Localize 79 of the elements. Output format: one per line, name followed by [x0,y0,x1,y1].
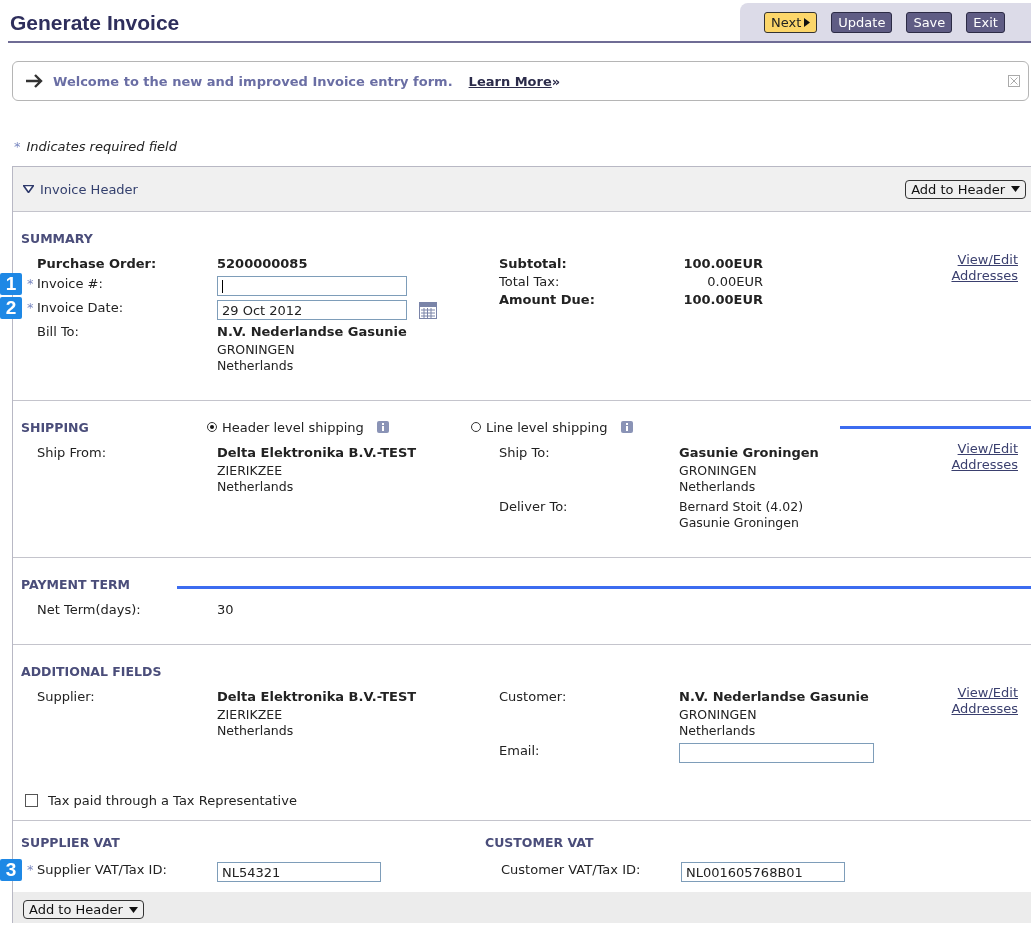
address-line: Netherlands [217,723,295,739]
arrow-icon [25,74,43,88]
learn-more-link[interactable]: Learn More» [468,73,561,89]
field-label: Email: [499,743,541,758]
field-label: Ship To: [499,445,551,460]
section-heading: ADDITIONAL FIELDS [21,663,163,679]
address-name: Delta Elektronika B.V.-TEST [217,689,417,705]
info-icon[interactable] [376,421,389,433]
amount-value: 100.00EUR [682,292,763,307]
section-heading: SUPPLIER VAT [21,835,121,850]
address-line: ZIERIKZEE [217,707,284,723]
required-mark: * [27,862,34,877]
caret-icon [1011,186,1020,192]
section-heading: PAYMENT TERM [21,576,131,592]
calendar-icon[interactable] [419,301,437,319]
required-mark: * [27,300,34,315]
section-heading: SHIPPING [21,419,90,435]
field-label: Bill To: [37,324,80,339]
field-label: Purchase Order: [37,256,158,271]
view-edit-addresses-link[interactable]: View/Edit Addresses [951,685,1018,763]
view-edit-addresses-link[interactable]: View/Edit Addresses [951,252,1018,374]
field-label: Subtotal: [499,256,568,271]
caret-icon [128,906,138,913]
banner-text: Welcome to the new and improved Invoice entry form. [53,73,453,89]
page-title: Generate Invoice [10,11,180,35]
field-label: Net Term(days): [37,602,142,617]
field-label: Ship From: [37,445,108,460]
field-label: Total Tax: [499,274,561,289]
address-line: Netherlands [679,479,757,495]
callout-badge: 1 [0,273,22,295]
play-icon [804,17,811,27]
invoice-number-field[interactable] [217,276,407,296]
close-icon[interactable] [1008,75,1020,87]
radio-label[interactable]: Line level shipping [486,419,608,435]
required-mark: * [14,139,21,154]
tax-representative-checkbox[interactable]: Tax paid through a Tax Representative [25,763,1031,808]
toolbar-button[interactable]: Update [831,11,893,33]
address-name: N.V. Nederlandse Gasunie [217,324,407,340]
email-field[interactable] [679,743,874,763]
section-toggle[interactable]: Invoice Header [23,181,138,197]
address-name: Delta Elektronika B.V.-TEST [217,445,417,461]
view-edit-addresses-link[interactable]: View/Edit Addresses [951,441,1018,531]
add-to-header-button[interactable]: Add to Header [905,179,1026,199]
address-line: Netherlands [679,723,757,739]
address-line: GRONINGEN [217,342,296,358]
address-line: Netherlands [217,358,295,374]
required-note: Indicates required field [26,139,177,154]
address-line: Bernard Stoit (4.02) [679,499,803,515]
caret-icon [23,185,34,193]
address-line: Gasunie Groningen [679,515,800,531]
address-line: GRONINGEN [679,463,758,479]
section-heading: SUMMARY [21,230,94,246]
field-value: 30 [217,602,234,617]
address-name: Gasunie Groningen [679,445,819,461]
amount-value: 100.00EUR [682,256,763,271]
address-line: ZIERIKZEE [217,463,284,479]
amount-value: 0.00EUR [706,274,763,289]
field-label: Customer: [499,689,568,704]
supplier-vat-field[interactable]: NL54321 [217,862,381,882]
callout-badge: 3 [0,859,22,881]
section-heading: CUSTOMER VAT [485,835,595,850]
callout-badge: 2 [0,297,22,319]
address-line: Netherlands [217,479,295,495]
date-field[interactable]: 29 Oct 2012 [217,300,407,320]
toolbar-button[interactable]: Exit [966,11,1005,33]
field-value: 5200000085 [217,256,308,271]
info-icon[interactable] [620,421,633,433]
add-to-header-button[interactable]: Add to Header [23,900,144,919]
toolbar-button[interactable]: Save [906,11,953,33]
customer-vat-field[interactable]: NL001605768B01 [681,862,845,882]
field-label: Amount Due: [499,292,596,307]
address-line: GRONINGEN [679,707,758,723]
radio-label[interactable]: Header level shipping [222,419,364,435]
field-label: Customer VAT/Tax ID: [501,862,642,877]
required-mark: * [27,276,34,291]
toolbar-button[interactable]: Next [764,11,818,33]
field-label: Supplier: [37,689,96,704]
field-label: Deliver To: [499,499,569,514]
address-name: N.V. Nederlandse Gasunie [679,689,869,705]
